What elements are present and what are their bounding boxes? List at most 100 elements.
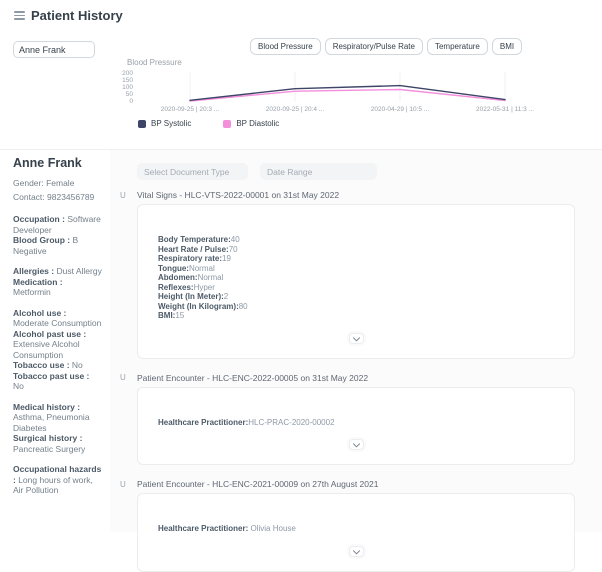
document-field: Healthcare Practitioner: Olivia House — [158, 524, 554, 534]
patient-contact: Contact: 9823456789 — [13, 191, 102, 205]
legend-swatch-icon — [223, 120, 231, 128]
chart-plot-area: 2001501005002020-09-25 | 20:3 ...2020-09… — [120, 67, 595, 122]
patient-detail-group: Occupation : Software DeveloperBlood Gro… — [13, 214, 102, 256]
document-field: Respiratory rate:19 — [158, 254, 554, 264]
document-type-select[interactable] — [137, 163, 248, 180]
document-field: Healthcare Practitioner:HLC-PRAC-2020-00… — [158, 418, 554, 428]
legend-swatch-icon — [138, 120, 146, 128]
x-axis-label: 2020-09-25 | 20:3 ... — [161, 106, 220, 113]
collapse-icon[interactable]: U — [120, 480, 137, 489]
field-value: 2 — [224, 292, 228, 301]
field-label: Height (In Meter): — [158, 292, 224, 301]
bp-chart: Blood Pressure 2001501005002020-09-25 | … — [120, 57, 595, 145]
expand-more-button[interactable] — [349, 546, 364, 557]
field-label: Healthcare Practitioner: — [158, 418, 248, 427]
document-header: UPatient Encounter - HLC-ENC-2021-00009 … — [120, 479, 602, 489]
document-section: UPatient Encounter - HLC-ENC-2021-00009 … — [137, 479, 602, 572]
patient-sidebar: Anne Frank Gender: Female Contact: 98234… — [0, 150, 110, 532]
field-label: BMI: — [158, 311, 175, 320]
field-label: Body Temperature: — [158, 235, 231, 244]
field-value: Normal — [198, 273, 224, 282]
field-value: 40 — [231, 235, 240, 244]
document-field: Reflexes:Hyper — [158, 283, 554, 293]
patient-detail-item: Medication : Metformin — [13, 277, 102, 298]
legend-item: BP Systolic — [138, 119, 191, 128]
document-card: Body Temperature:40Heart Rate / Pulse:70… — [137, 204, 575, 359]
document-title: Patient Encounter - HLC-ENC-2022-00005 o… — [137, 373, 368, 383]
patient-detail-item: Surgical history : Pancreatic Surgery — [13, 433, 102, 454]
field-label: Tongue: — [158, 264, 189, 273]
y-axis-tick: 150 — [122, 77, 133, 84]
detail-label: Surgical history : — [13, 433, 82, 443]
chart-tab-respiratory-pulse-rate[interactable]: Respiratory/Pulse Rate — [325, 38, 423, 55]
chart-tab-temperature[interactable]: Temperature — [427, 38, 488, 55]
detail-value: Extensive Alcohol Consumption — [13, 339, 82, 360]
field-label: Reflexes: — [158, 283, 194, 292]
detail-value: Long hours of work, Air Pollution — [13, 475, 95, 496]
app-header: Patient History — [0, 0, 602, 30]
field-value: 80 — [239, 302, 248, 311]
chart-tab-bmi[interactable]: BMI — [492, 38, 522, 55]
chart-tabs: Blood PressureRespiratory/Pulse RateTemp… — [250, 38, 522, 55]
patient-search-input[interactable] — [13, 41, 95, 58]
collapse-icon[interactable]: U — [120, 373, 137, 382]
patient-detail-group: Occupational hazards : Long hours of wor… — [13, 464, 102, 496]
patient-details: Occupation : Software DeveloperBlood Gro… — [13, 214, 102, 496]
legend-item: BP Diastolic — [223, 119, 279, 128]
patient-detail-item: Medical history : Asthma, Pneumonia Diab… — [13, 402, 102, 434]
detail-label: Blood Group : — [13, 235, 73, 245]
expand-more-button[interactable] — [349, 439, 364, 450]
expand-more-button[interactable] — [349, 333, 364, 344]
legend-label: BP Systolic — [151, 119, 191, 128]
patient-gender: Gender: Female — [13, 177, 102, 191]
document-card: Healthcare Practitioner: Olivia House — [137, 493, 575, 572]
detail-label: Allergies : — [13, 266, 56, 276]
chevron-down-icon — [353, 443, 360, 448]
patient-name: Anne Frank — [13, 156, 102, 170]
y-axis-tick: 200 — [122, 70, 133, 77]
document-field: Tongue:Normal — [158, 264, 554, 274]
detail-label: Tobacco use : — [13, 360, 72, 370]
legend-label: BP Diastolic — [236, 119, 279, 128]
document-field: Weight (In Kilogram):80 — [158, 302, 554, 312]
field-value: Normal — [189, 264, 215, 273]
series-line-bp-systolic — [190, 86, 505, 101]
patient-detail-item: Alcohol use : Moderate Consumption — [13, 308, 102, 329]
x-axis-label: 2020-04-29 | 10:5 ... — [371, 106, 430, 113]
field-value: 15 — [175, 311, 184, 320]
field-value: 19 — [222, 254, 231, 263]
bp-chart-svg: 2001501005002020-09-25 | 20:3 ...2020-09… — [120, 67, 595, 117]
chart-title: Blood Pressure — [127, 58, 182, 67]
chevron-down-icon — [353, 550, 360, 555]
document-field: Body Temperature:40 — [158, 235, 554, 245]
detail-label: Occupation : — [13, 214, 67, 224]
patient-detail-item: Occupational hazards : Long hours of wor… — [13, 464, 102, 496]
document-panel: UVital Signs - HLC-VTS-2022-00001 on 31s… — [110, 150, 602, 532]
document-header: UVital Signs - HLC-VTS-2022-00001 on 31s… — [120, 190, 602, 200]
field-label: Weight (In Kilogram): — [158, 302, 239, 311]
page-title: Patient History — [31, 8, 123, 23]
date-range-input[interactable] — [260, 163, 377, 180]
chart-legend: BP Systolic BP Diastolic — [138, 119, 279, 128]
chart-tab-blood-pressure[interactable]: Blood Pressure — [250, 38, 321, 55]
patient-detail-item: Occupation : Software Developer — [13, 214, 102, 235]
document-field: Height (In Meter):2 — [158, 292, 554, 302]
document-header: UPatient Encounter - HLC-ENC-2022-00005 … — [120, 373, 602, 383]
hamburger-menu-icon[interactable] — [14, 11, 25, 20]
detail-value: Moderate Consumption — [13, 318, 101, 328]
document-field: Heart Rate / Pulse:70 — [158, 245, 554, 255]
document-card: Healthcare Practitioner:HLC-PRAC-2020-00… — [137, 387, 575, 466]
detail-label: Medication : — [13, 277, 63, 287]
field-value: HLC-PRAC-2020-00002 — [248, 418, 334, 427]
detail-value: Asthma, Pneumonia Diabetes — [13, 412, 92, 433]
chevron-down-icon — [353, 337, 360, 342]
patient-detail-group: Medical history : Asthma, Pneumonia Diab… — [13, 402, 102, 455]
collapse-icon[interactable]: U — [120, 191, 137, 200]
patient-detail-item: Tobacco use : No — [13, 360, 102, 371]
patient-detail-item: Allergies : Dust Allergy — [13, 266, 102, 277]
detail-label: Tobacco past use : — [13, 371, 89, 381]
x-axis-label: 2022-05-31 | 11:3 ... — [476, 106, 534, 113]
document-section: UVital Signs - HLC-VTS-2022-00001 on 31s… — [137, 190, 602, 359]
field-label: Respiratory rate: — [158, 254, 222, 263]
patient-detail-group: Alcohol use : Moderate ConsumptionAlcoho… — [13, 308, 102, 392]
